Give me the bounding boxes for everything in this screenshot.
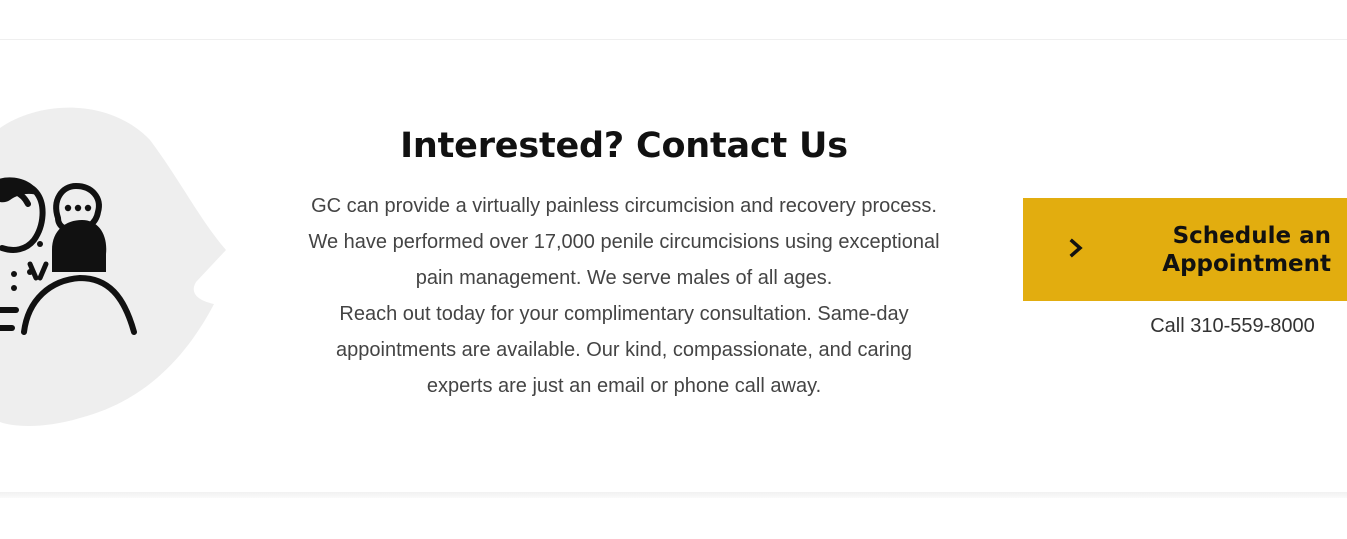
section-heading: Interested? Contact Us — [400, 126, 848, 166]
phone-link[interactable]: Call 310-559-8000 — [1100, 314, 1347, 338]
cta-label-line: Appointment — [1162, 251, 1331, 277]
consultation-icon — [0, 107, 226, 427]
description-line: pain management. We serve males of all a… — [415, 267, 833, 289]
consultation-illustration — [0, 100, 240, 430]
bottom-divider — [0, 492, 1347, 498]
section-description: GC can provide a virtually painless circ… — [262, 188, 986, 404]
description-line: Reach out today for your complimentary c… — [339, 303, 909, 325]
chevron-right-icon — [1069, 238, 1083, 258]
top-divider — [0, 39, 1347, 40]
description-line: appointments are available. Our kind, co… — [336, 339, 912, 361]
cta-label-line: Schedule an — [1172, 223, 1331, 249]
description-line: experts are just an email or phone call … — [426, 375, 822, 397]
schedule-appointment-label: Schedule an Appointment — [1135, 222, 1331, 278]
description-line: GC can provide a virtually painless circ… — [311, 195, 937, 217]
contact-section: Interested? Contact Us GC can provide a … — [262, 118, 986, 404]
schedule-appointment-button[interactable]: Schedule an Appointment — [1023, 198, 1347, 301]
description-line: We have performed over 17,000 penile cir… — [308, 231, 940, 253]
